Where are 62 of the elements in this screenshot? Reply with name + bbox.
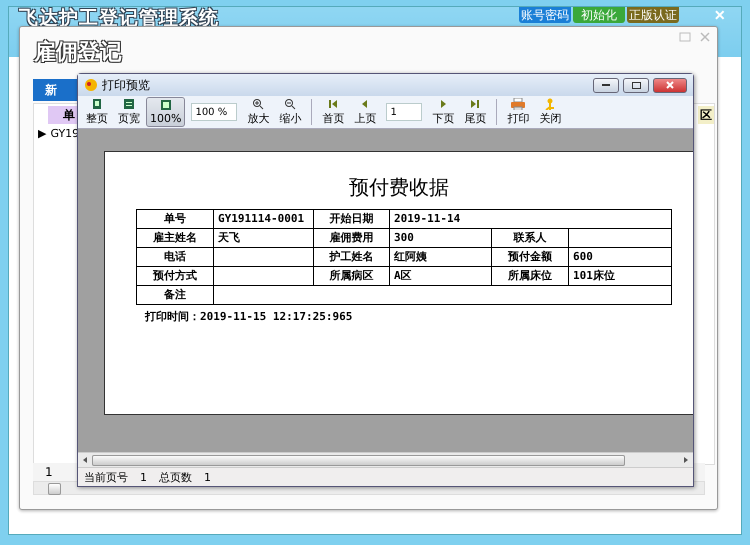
toolbar-button[interactable]: 尾页 [460, 97, 490, 127]
page-icon [123, 98, 135, 110]
table-cell: 300 [390, 229, 492, 248]
input-field[interactable]: 1 [386, 103, 422, 121]
app-title: 飞达护工登记管理系统 [19, 7, 219, 30]
minimize-icon [602, 84, 610, 86]
page-icon [160, 99, 172, 111]
maximize-icon [632, 82, 640, 88]
column-header[interactable]: 单 [48, 106, 77, 124]
table-cell: 单号 [137, 210, 214, 229]
toolbar-button[interactable]: 整页 [82, 97, 112, 127]
printer-icon [511, 98, 526, 110]
add-button[interactable]: 新 [33, 79, 77, 101]
last-page-icon [469, 98, 482, 110]
menu-button[interactable]: 账号密码 [519, 7, 571, 23]
receipt-title: 预付费收据 [349, 174, 449, 201]
table-cell: 所属病区 [314, 267, 390, 286]
status-value: 1 [140, 470, 147, 484]
table-cell: 红阿姨 [390, 248, 492, 267]
minimize-button[interactable] [593, 78, 619, 92]
table-cell: 预付方式 [137, 267, 214, 286]
close-icon [666, 81, 674, 89]
window-title: 打印预览 [102, 76, 151, 94]
input-field[interactable]: 100 % [191, 103, 238, 121]
print-time: 打印时间：2019-11-15 12:17:25:965 [145, 309, 352, 324]
row-marker: ▶ [38, 127, 46, 140]
key-icon [544, 98, 556, 110]
table-cell: 雇佣费用 [314, 229, 390, 248]
table-cell: 雇主姓名 [137, 229, 214, 248]
table-cell: 天飞 [214, 229, 314, 248]
maximize-button[interactable] [623, 78, 649, 92]
close-button[interactable] [653, 78, 687, 92]
toolbar-button[interactable]: 页宽 [114, 97, 144, 127]
table-cell: 预付金额 [492, 248, 569, 267]
table-cell: 101床位 [569, 267, 672, 286]
table-cell: 备注 [137, 286, 214, 305]
toolbar-button[interactable]: 关闭 [535, 97, 566, 127]
table-cell: 电话 [137, 248, 214, 267]
toolbar-button[interactable]: 下页 [428, 97, 458, 127]
table-cell: 联系人 [492, 229, 569, 248]
toolbar-button[interactable]: 首页 [318, 97, 348, 127]
table-cell: 开始日期 [314, 210, 390, 229]
table-cell: 护工姓名 [314, 248, 390, 267]
toolbar-button[interactable]: 打印 [503, 97, 534, 127]
table-cell: A区 [390, 267, 492, 286]
toolbar-button[interactable]: 上页 [350, 97, 380, 127]
toolbar-button[interactable]: 放大 [243, 97, 274, 127]
bird-icon [84, 78, 98, 92]
page-icon [91, 98, 103, 110]
zoom-out-icon [284, 98, 296, 110]
table-cell: GY191114-0001 [214, 210, 314, 229]
menu-button[interactable]: 正版认证 [627, 7, 679, 23]
toolbar-button[interactable]: 缩小 [275, 97, 306, 127]
toolbar-button[interactable]: 100% [146, 97, 186, 127]
table-cell: 600 [569, 248, 672, 267]
first-page-icon [327, 98, 340, 110]
table-cell: 所属床位 [492, 267, 569, 286]
table-cell: 2019-11-14 [390, 210, 672, 229]
dialog-title: 雇佣登记 [34, 38, 122, 67]
column-header[interactable]: 区 [698, 106, 714, 124]
zoom-in-icon [252, 98, 264, 110]
status-value: 1 [204, 470, 211, 484]
